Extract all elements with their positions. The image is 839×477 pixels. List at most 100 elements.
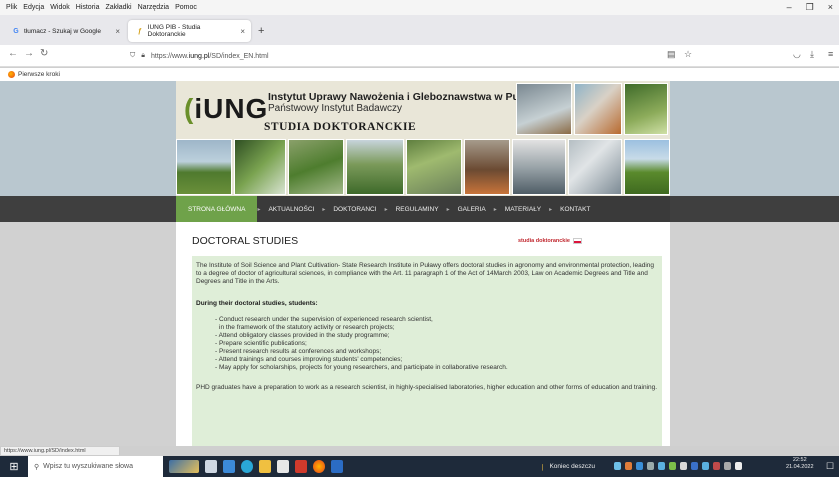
weather-widget[interactable]: ❘ Koniec deszczu: [540, 456, 595, 477]
tray-icon[interactable]: [680, 462, 687, 470]
list-item: - Conduct research under the supervision…: [215, 315, 433, 323]
close-tab-icon[interactable]: ×: [240, 27, 251, 36]
tab-label: IUNG PIB - Studia Doktoranckie: [147, 24, 201, 38]
institute-subtitle: Państwowy Instytut Badawczy: [268, 103, 402, 114]
store-icon[interactable]: [223, 460, 235, 473]
bookmark-star-icon[interactable]: ☆: [684, 49, 692, 60]
list-item: - Attend obligatory classes provided in …: [215, 331, 390, 339]
back-icon[interactable]: ←: [8, 48, 18, 59]
maximize-icon[interactable]: ❐: [806, 2, 814, 13]
wifi-icon[interactable]: [724, 462, 731, 470]
header-photo: [234, 139, 286, 195]
windows-start-icon[interactable]: ⊞: [0, 456, 28, 477]
menu-narzedzia[interactable]: Narzędzia: [138, 4, 170, 11]
tab-iung[interactable]: ƒ IUNG PIB - Studia Doktoranckie ×: [128, 20, 251, 42]
outro-paragraph: PHD graduates have a preparation to work…: [196, 384, 658, 392]
nav-galeria[interactable]: GALERIA: [450, 196, 494, 222]
header-photo: [624, 139, 670, 195]
google-icon: G: [13, 27, 19, 35]
page-title: DOCTORAL STUDIES: [192, 235, 299, 247]
tray-icon[interactable]: [669, 462, 676, 470]
file-explorer-icon[interactable]: [259, 460, 271, 473]
weather-text: Koniec deszczu: [549, 463, 595, 470]
menu-pomoc[interactable]: Pomoc: [175, 4, 197, 11]
taskbar-search[interactable]: ⚲ Wpisz tu wyszukiwane słowa: [28, 456, 163, 477]
tray-icon[interactable]: [691, 462, 698, 470]
tray-icon[interactable]: [636, 462, 643, 470]
menu-historia[interactable]: Historia: [76, 4, 100, 11]
list-item: - Prepare scientific publications;: [215, 339, 307, 347]
menu-widok[interactable]: Widok: [50, 4, 69, 11]
main-content: DOCTORAL STUDIES studia doktoranckie The…: [176, 222, 670, 446]
url-domain: iung.pl: [188, 52, 210, 60]
studia-badge[interactable]: studia doktoranckie: [518, 238, 582, 244]
header-photo: [512, 139, 566, 195]
list-item: in the framework of the statutory activi…: [219, 323, 395, 331]
nav-materialy[interactable]: MATERIAŁY: [497, 196, 549, 222]
iung-favicon-icon: ƒ: [137, 27, 142, 35]
header-photo: [346, 139, 404, 195]
close-tab-icon[interactable]: ×: [115, 27, 126, 36]
clock-date: 21.04.2022: [786, 463, 814, 470]
tab-strip: G tłumacz - Szukaj w Google × ƒ IUNG PIB…: [0, 15, 839, 45]
list-item: - Attend trainings and courses improving…: [215, 356, 403, 364]
tray-icon[interactable]: [702, 462, 709, 470]
header-photo: [288, 139, 344, 195]
nav-kontakt[interactable]: KONTAKT: [552, 196, 598, 222]
duties-list: - Conduct research under the supervision…: [196, 316, 658, 373]
clock[interactable]: 22:52 21.04.2022: [786, 457, 814, 470]
nav-bar: ← → ↻ ⛉ 🔒︎ https://www.iung.pl/SD/index_…: [0, 45, 839, 67]
badge-label: studia doktoranckie: [518, 238, 570, 244]
nav-aktualnosci[interactable]: AKTUALNOŚCI: [260, 196, 322, 222]
tab-label: tłumacz - Szukaj w Google: [24, 27, 101, 35]
new-tab-icon[interactable]: +: [258, 25, 264, 37]
pocket-icon[interactable]: ◡: [793, 49, 801, 60]
word-icon[interactable]: [331, 460, 343, 473]
lock-icon: 🔒︎: [141, 52, 145, 59]
bookmark-pierwsze-kroki[interactable]: Pierwsze kroki: [18, 71, 60, 78]
link-status-bar: https://www.iung.pl/SD/index.html: [0, 446, 120, 456]
institute-name: Instytut Uprawy Nawożenia i Gleboznawstw…: [268, 91, 554, 103]
forward-icon[interactable]: →: [24, 48, 34, 59]
volume-icon[interactable]: [735, 462, 742, 470]
menu-plik[interactable]: Plik: [6, 4, 17, 11]
tray-icon[interactable]: [625, 462, 632, 470]
list-item: - May apply for scholarships, projects f…: [215, 364, 508, 372]
rain-icon: ❘: [540, 463, 546, 471]
shield-icon: ⛉: [130, 52, 136, 59]
firefox-taskbar-icon[interactable]: [313, 460, 325, 473]
task-view-icon[interactable]: [205, 460, 217, 473]
calculator-icon[interactable]: [277, 460, 289, 473]
tray-icon[interactable]: [658, 462, 665, 470]
office-icon[interactable]: [295, 460, 307, 473]
studia-title: STUDIA DOKTORANCKIE: [264, 121, 417, 133]
minimize-icon[interactable]: –: [787, 2, 792, 13]
tray-icon[interactable]: [713, 462, 720, 470]
close-window-icon[interactable]: ×: [828, 2, 833, 13]
tab-google-search[interactable]: G tłumacz - Szukaj w Google ×: [4, 20, 126, 42]
nav-regulaminy[interactable]: REGULAMINY: [388, 196, 447, 222]
nav-strona-glowna[interactable]: STRONA GŁÓWNA: [176, 196, 258, 222]
news-widget-icon[interactable]: [169, 460, 199, 473]
system-tray: [614, 462, 742, 470]
edge-icon[interactable]: [241, 460, 253, 473]
site-nav: STRONA GŁÓWNA ▸ AKTUALNOŚCI ▸ DOKTORANCI…: [0, 196, 839, 222]
download-icon[interactable]: ⤓: [810, 49, 814, 60]
reader-view-icon[interactable]: ▤: [667, 49, 676, 60]
window-controls: – ❐ ×: [787, 2, 839, 13]
tray-icon[interactable]: [647, 462, 654, 470]
menu-zakladki[interactable]: Zakładki: [105, 4, 131, 11]
bookmarks-bar: Pierwsze kroki: [0, 68, 839, 81]
url-bar[interactable]: ⛉ 🔒︎ https://www.iung.pl/SD/index_EN.htm…: [130, 48, 660, 64]
menu-edycja[interactable]: Edycja: [23, 4, 44, 11]
hamburger-menu-icon[interactable]: ≡: [828, 49, 833, 59]
notifications-icon[interactable]: ☐: [826, 461, 834, 472]
header-photo: [176, 139, 232, 195]
search-icon: ⚲: [34, 463, 40, 471]
nav-doktoranci[interactable]: DOKTORANCI: [325, 196, 384, 222]
header-photo: [568, 139, 622, 195]
reload-icon[interactable]: ↻: [40, 48, 48, 59]
tray-icon[interactable]: [614, 462, 621, 470]
during-heading: During their doctoral studies, students:: [196, 300, 318, 308]
iung-logo: (iUNG: [184, 93, 269, 124]
